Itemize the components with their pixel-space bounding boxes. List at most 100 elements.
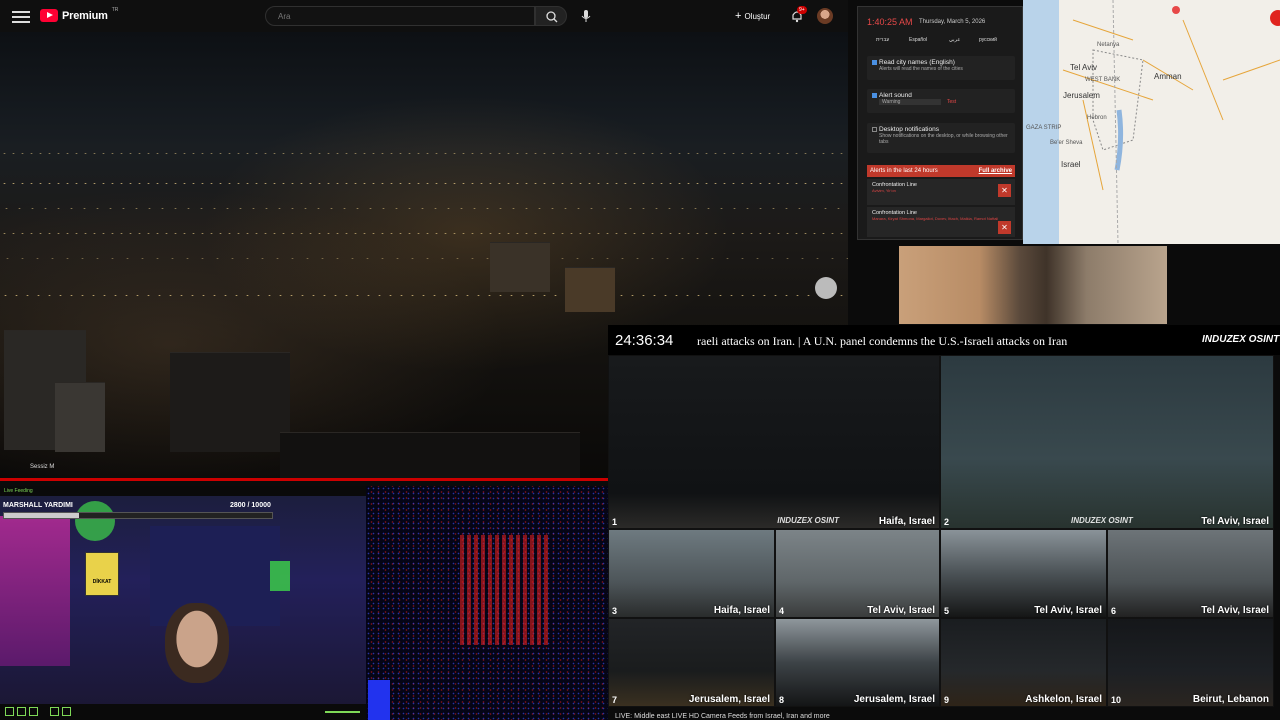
map-shapes bbox=[1023, 0, 1280, 244]
camera-number: 5 bbox=[944, 606, 950, 616]
camera-feed[interactable]: 4 Tel Aviv, Israel bbox=[775, 529, 940, 618]
map-label: Amman bbox=[1154, 72, 1182, 81]
camera-feed[interactable]: INDUZEX OSINT 1 Haifa, Israel bbox=[608, 355, 940, 529]
camera-location: Ashkelon, Israel bbox=[1025, 694, 1102, 705]
checkbox[interactable] bbox=[872, 92, 877, 98]
camera-number: 2 bbox=[944, 517, 950, 527]
camera-location: Haifa, Israel bbox=[878, 516, 935, 527]
news-video-clip[interactable] bbox=[899, 246, 1167, 324]
alert-extension-popup: 1:40:25 AM Thursday, March 5, 2026 עברית… bbox=[857, 6, 1023, 240]
camera-feed[interactable]: 8 Jerusalem, Israel bbox=[775, 618, 940, 707]
camera-feed[interactable]: 6 Tel Aviv, Israel bbox=[1107, 529, 1274, 618]
camera-number: 6 bbox=[1111, 606, 1117, 616]
hamburger-menu-icon[interactable] bbox=[12, 8, 30, 24]
region-code: TR bbox=[111, 6, 119, 13]
camera-watermark: INDUZEX OSINT bbox=[1071, 516, 1133, 525]
microphone-icon[interactable] bbox=[578, 8, 594, 24]
camera-feed[interactable]: 5 Tel Aviv, Israel bbox=[940, 529, 1107, 618]
camera-location: Jerusalem, Israel bbox=[688, 694, 770, 705]
camera-location: Beirut, Lebanon bbox=[1192, 694, 1269, 705]
account-avatar[interactable] bbox=[817, 8, 833, 24]
stream-title-caption: LIVE: Middle east LIVE HD Camera Feeds f… bbox=[615, 713, 830, 720]
alert-date: Thursday, March 5, 2026 bbox=[919, 19, 986, 25]
skip-forward-icon[interactable] bbox=[62, 707, 71, 716]
camera-feed[interactable]: 3 Haifa, Israel bbox=[608, 529, 775, 618]
camera-number: 9 bbox=[944, 695, 950, 705]
alert-item[interactable]: Confrontation Line Avivim, Yir'on ✕ bbox=[867, 179, 1015, 205]
volume-slider[interactable] bbox=[325, 711, 360, 713]
camera-number: 1 bbox=[612, 517, 618, 527]
map-label: GAZA STRIP bbox=[1026, 125, 1062, 131]
map-label: Netanya bbox=[1097, 42, 1120, 48]
camera-number: 4 bbox=[779, 606, 785, 616]
stop-icon[interactable] bbox=[29, 707, 38, 716]
warning-sign: DİKKAT bbox=[85, 552, 119, 596]
rocket-alert-icon: ✕ bbox=[998, 221, 1011, 234]
rewind-icon[interactable] bbox=[5, 707, 14, 716]
option-alert-sound[interactable]: Alert sound Warning Test bbox=[867, 89, 1015, 113]
stream-controls bbox=[0, 704, 366, 720]
map-label: Israel bbox=[1061, 160, 1081, 169]
youtube-premium-logo[interactable]: Premium TR bbox=[40, 6, 119, 22]
camera-watermark: INDUZEX OSINT bbox=[777, 516, 839, 525]
boss-health-fill bbox=[4, 513, 80, 518]
camera-number: 3 bbox=[612, 606, 618, 616]
notification-count-badge: 9+ bbox=[797, 6, 807, 14]
alert-clock: 1:40:25 AM bbox=[867, 17, 913, 27]
option-read-city-names[interactable]: Read city names (English) Alerts will re… bbox=[867, 56, 1015, 80]
streamer-webcam bbox=[0, 486, 366, 720]
map-label: WEST BANK bbox=[1085, 77, 1121, 83]
lang-russian[interactable]: русский bbox=[979, 37, 997, 43]
boss-health-bar bbox=[3, 512, 273, 519]
search-input[interactable]: Ara bbox=[265, 6, 535, 26]
option-desktop-notifications[interactable]: Desktop notifications Show notifications… bbox=[867, 123, 1015, 153]
checkbox[interactable] bbox=[872, 126, 877, 132]
search-icon bbox=[546, 11, 558, 23]
camera-feed[interactable]: 7 Jerusalem, Israel bbox=[608, 618, 775, 707]
skip-back-icon[interactable] bbox=[50, 707, 59, 716]
camera-location: Jerusalem, Israel bbox=[853, 694, 935, 705]
boss-hp-text: 2800 / 10000 bbox=[230, 502, 271, 509]
ticker-headline: raeli attacks on Iran. | A U.N. panel co… bbox=[697, 334, 1068, 348]
full-archive-link[interactable]: Full archive bbox=[979, 168, 1012, 174]
plus-icon: + bbox=[735, 10, 742, 22]
camera-location: Tel Aviv, Israel bbox=[1201, 605, 1269, 616]
camera-location: Tel Aviv, Israel bbox=[1201, 516, 1269, 527]
map-label: Be'er Sheva bbox=[1050, 140, 1083, 146]
logo-text: Premium bbox=[62, 9, 108, 22]
video-progress-bar[interactable] bbox=[0, 478, 608, 481]
osint-logo: INDUZEX OSINT bbox=[1202, 334, 1280, 345]
lang-arabic[interactable]: عربي bbox=[949, 37, 960, 43]
play-pause-icon[interactable] bbox=[17, 707, 26, 716]
alerts-24h-header: Alerts in the last 24 hours Full archive bbox=[867, 165, 1015, 177]
boss-name: MARSHALL YARDIMI bbox=[3, 502, 73, 509]
create-button[interactable]: + Oluştur bbox=[735, 10, 770, 22]
lang-hebrew[interactable]: עברית bbox=[876, 37, 889, 43]
map-label: Tel Aviv bbox=[1070, 63, 1097, 72]
streamer-face bbox=[165, 603, 229, 683]
spectrogram-level bbox=[368, 680, 390, 720]
search-button[interactable] bbox=[535, 6, 567, 26]
muted-indicator[interactable]: Sessiz M bbox=[30, 464, 54, 470]
checkbox[interactable] bbox=[872, 59, 877, 65]
camera-feed[interactable]: 9 Ashkelon, Israel bbox=[940, 618, 1107, 707]
rocket-alert-icon: ✕ bbox=[998, 184, 1011, 197]
sound-select[interactable]: Warning bbox=[879, 99, 941, 105]
camera-location: Haifa, Israel bbox=[713, 605, 770, 616]
alert-item[interactable]: Confrontation Line Manara, Kiryat Shmona… bbox=[867, 207, 1015, 237]
camera-number: 8 bbox=[779, 695, 785, 705]
camera-location: Tel Aviv, Israel bbox=[867, 605, 935, 616]
map-label: Hebron bbox=[1087, 115, 1107, 121]
map-label: Jerusalem bbox=[1063, 91, 1100, 100]
lang-spanish[interactable]: Español bbox=[909, 37, 927, 43]
spectrogram-signal bbox=[460, 535, 550, 645]
camera-location: Tel Aviv, Israel bbox=[1034, 605, 1102, 616]
test-sound-button[interactable]: Test bbox=[947, 99, 956, 105]
create-label: Oluştur bbox=[744, 11, 771, 21]
alert-map[interactable]: Netanya Tel Aviv Amman WEST BANK Jerusal… bbox=[1023, 0, 1280, 244]
youtube-play-icon bbox=[40, 9, 58, 22]
camera-feed[interactable]: 10 Beirut, Lebanon bbox=[1107, 618, 1274, 707]
camera-number: 10 bbox=[1111, 695, 1122, 705]
camera-feed[interactable]: INDUZEX OSINT 2 Tel Aviv, Israel bbox=[940, 355, 1274, 529]
live-feeding-header: Live Feeding bbox=[0, 486, 366, 496]
